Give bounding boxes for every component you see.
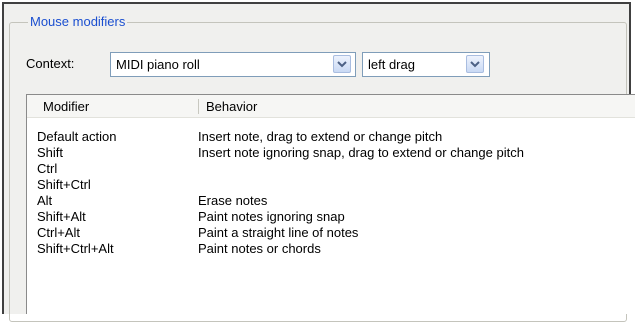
behavior-cell: Paint a straight line of notes bbox=[198, 225, 359, 240]
table-row[interactable]: Shift+Ctrl+Alt Paint notes or chords bbox=[27, 241, 635, 257]
modifier-cell: Ctrl bbox=[37, 161, 58, 176]
modifier-cell: Default action bbox=[37, 129, 117, 144]
column-divider[interactable] bbox=[198, 99, 199, 114]
action-dropdown[interactable]: left drag bbox=[362, 52, 490, 77]
table-row[interactable]: Ctrl bbox=[27, 161, 635, 177]
column-header-behavior[interactable]: Behavior bbox=[206, 99, 257, 115]
table-row[interactable]: Shift+Alt Paint notes ignoring snap bbox=[27, 209, 635, 225]
modifier-cell: Shift bbox=[37, 145, 64, 160]
table-row[interactable]: Alt Erase notes bbox=[27, 193, 635, 209]
modifier-cell: Alt bbox=[37, 193, 53, 208]
column-header-modifier[interactable]: Modifier bbox=[43, 99, 89, 115]
list-header: Modifier Behavior bbox=[27, 95, 635, 118]
group-title: Mouse modifiers bbox=[28, 14, 128, 30]
chevron-down-icon bbox=[337, 61, 347, 68]
behavior-cell: Erase notes bbox=[198, 193, 268, 208]
modifier-cell: Shift+Ctrl bbox=[37, 177, 91, 192]
action-dropdown-value: left drag bbox=[368, 57, 415, 72]
modifier-cell: Shift+Ctrl+Alt bbox=[37, 241, 114, 256]
modifier-cell: Shift+Alt bbox=[37, 209, 86, 224]
table-row[interactable]: Shift+Ctrl bbox=[27, 177, 635, 193]
table-row[interactable]: Shift Insert note ignoring snap, drag to… bbox=[27, 145, 635, 161]
modifiers-list[interactable]: Modifier Behavior Default action Insert … bbox=[26, 94, 635, 314]
table-row[interactable]: Ctrl+Alt Paint a straight line of notes bbox=[27, 225, 635, 241]
behavior-cell: Paint notes ignoring snap bbox=[198, 209, 345, 224]
context-label: Context: bbox=[26, 56, 75, 71]
action-dropdown-button[interactable] bbox=[466, 55, 484, 73]
context-dropdown[interactable]: MIDI piano roll bbox=[110, 52, 356, 77]
context-dropdown-value: MIDI piano roll bbox=[116, 57, 200, 72]
chevron-down-icon bbox=[470, 61, 480, 68]
behavior-cell: Paint notes or chords bbox=[198, 241, 321, 256]
table-row[interactable]: Default action Insert note, drag to exte… bbox=[27, 129, 635, 145]
behavior-cell: Insert note, drag to extend or change pi… bbox=[198, 129, 443, 144]
context-dropdown-button[interactable] bbox=[333, 55, 351, 73]
behavior-cell: Insert note ignoring snap, drag to exten… bbox=[198, 145, 524, 160]
modifier-cell: Ctrl+Alt bbox=[37, 225, 80, 240]
